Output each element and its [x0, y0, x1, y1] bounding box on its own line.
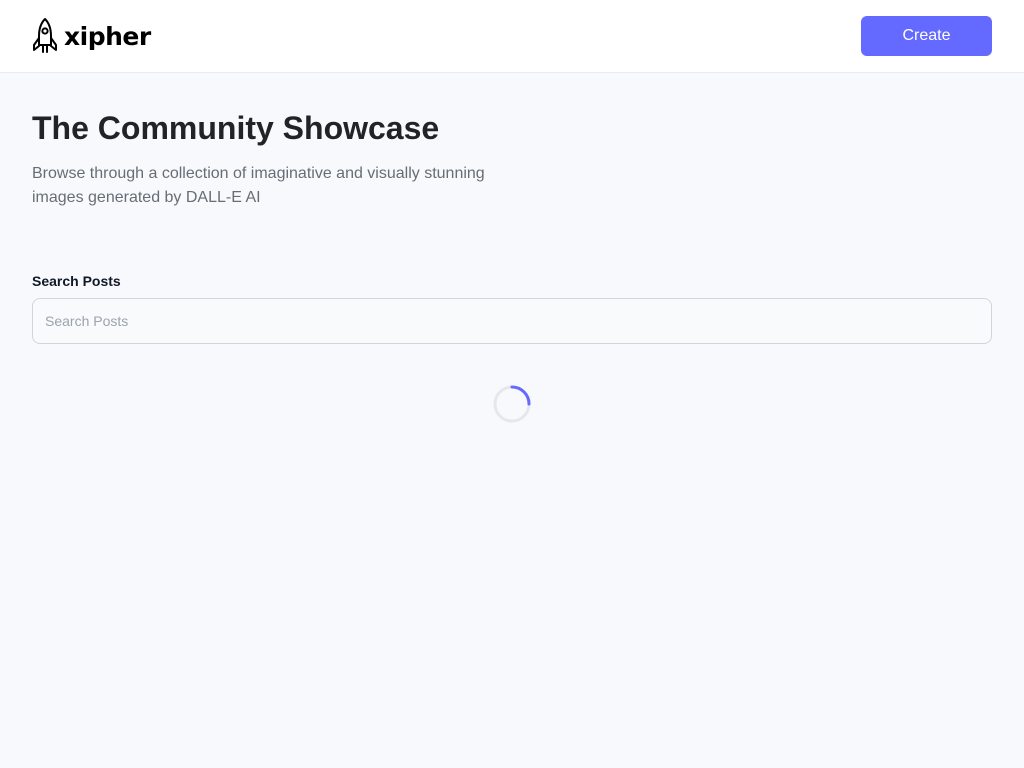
- create-button[interactable]: Create: [861, 16, 992, 56]
- rocket-icon: [33, 18, 57, 53]
- page-subtitle: Browse through a collection of imaginati…: [32, 165, 485, 206]
- loader-container: [32, 384, 992, 424]
- brand-name: xipher: [64, 21, 151, 51]
- search-label: Search Posts: [32, 273, 121, 289]
- search-section: Search Posts: [32, 273, 992, 344]
- search-input[interactable]: [32, 298, 992, 344]
- app-header: xipher Create: [0, 0, 1024, 73]
- brand-logo-link[interactable]: xipher: [32, 17, 151, 55]
- page-title: The Community Showcase: [32, 110, 440, 146]
- hero-section: The Community Showcase Browse through a …: [32, 108, 992, 210]
- main-content: The Community Showcase Browse through a …: [32, 73, 992, 424]
- loading-spinner: [493, 385, 531, 423]
